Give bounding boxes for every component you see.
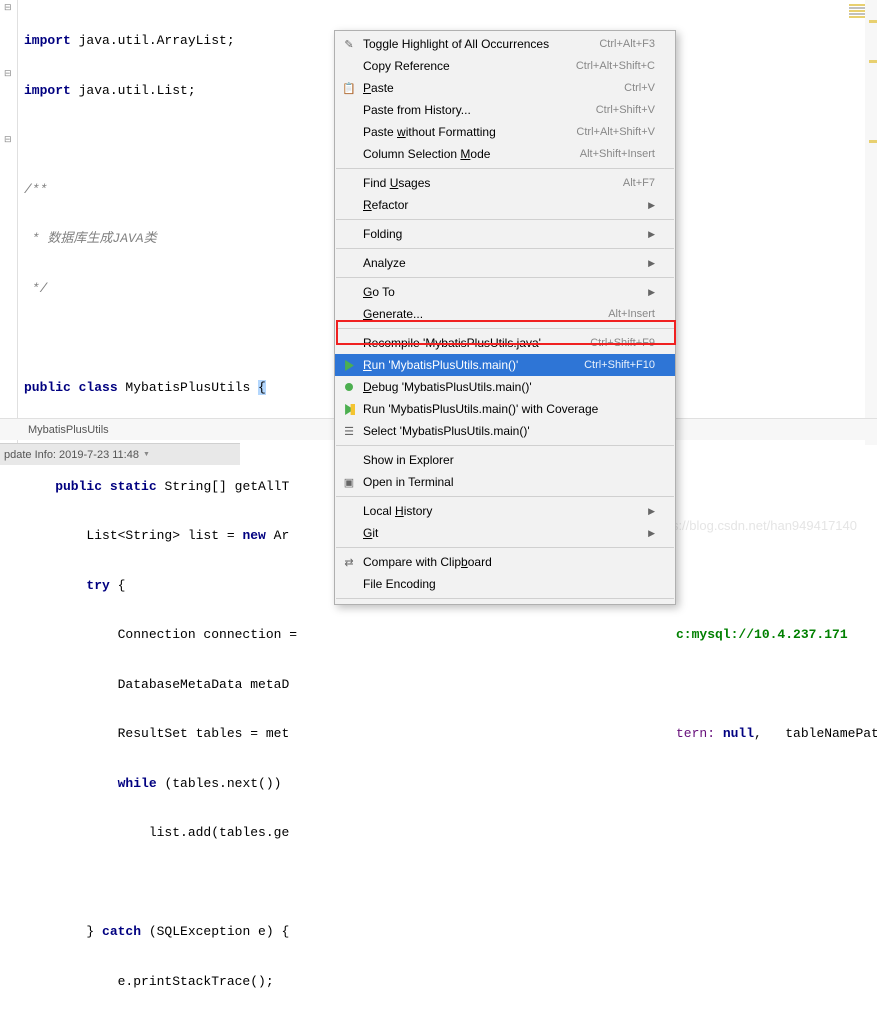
menu-separator <box>336 277 674 278</box>
minimap[interactable] <box>849 4 865 124</box>
menu-select-config[interactable]: ☰ Select 'MybatisPlusUtils.main()' <box>335 420 675 442</box>
menu-paste[interactable]: 📋 PasteCtrl+V <box>335 77 675 99</box>
menu-local-history[interactable]: Local History▶ <box>335 500 675 522</box>
menu-debug[interactable]: Debug 'MybatisPlusUtils.main()' <box>335 376 675 398</box>
fold-icon[interactable]: ⊟ <box>4 2 12 13</box>
chevron-right-icon: ▶ <box>648 258 655 269</box>
menu-file-encoding[interactable]: File Encoding <box>335 573 675 595</box>
chevron-right-icon: ▶ <box>648 528 655 539</box>
menu-separator <box>336 328 674 329</box>
chevron-right-icon: ▶ <box>648 506 655 517</box>
menu-open-terminal[interactable]: ▣ Open in Terminal <box>335 471 675 493</box>
chevron-right-icon: ▶ <box>648 200 655 211</box>
menu-toggle-highlight[interactable]: ✎ Toggle Highlight of All OccurrencesCtr… <box>335 33 675 55</box>
menu-separator <box>336 445 674 446</box>
menu-copy-reference[interactable]: Copy ReferenceCtrl+Alt+Shift+C <box>335 55 675 77</box>
menu-paste-plain[interactable]: Paste without FormattingCtrl+Alt+Shift+V <box>335 121 675 143</box>
menu-find-usages[interactable]: Find UsagesAlt+F7 <box>335 172 675 194</box>
menu-run[interactable]: Run 'MybatisPlusUtils.main()'Ctrl+Shift+… <box>335 354 675 376</box>
menu-separator <box>336 248 674 249</box>
terminal-icon: ▣ <box>341 474 357 490</box>
menu-show-explorer[interactable]: Show in Explorer <box>335 449 675 471</box>
menu-refactor[interactable]: Refactor▶ <box>335 194 675 216</box>
menu-folding[interactable]: Folding▶ <box>335 223 675 245</box>
menu-git[interactable]: Git▶ <box>335 522 675 544</box>
fold-icon[interactable]: ⊟ <box>4 68 12 79</box>
breadcrumb-item[interactable]: MybatisPlusUtils <box>20 422 117 438</box>
menu-goto[interactable]: Go To▶ <box>335 281 675 303</box>
menu-separator <box>336 219 674 220</box>
chevron-down-icon[interactable]: ▼ <box>143 451 150 458</box>
chevron-right-icon: ▶ <box>648 287 655 298</box>
menu-separator <box>336 598 674 599</box>
menu-paste-history[interactable]: Paste from History...Ctrl+Shift+V <box>335 99 675 121</box>
menu-column-selection[interactable]: Column Selection ModeAlt+Shift+Insert <box>335 143 675 165</box>
error-stripe[interactable] <box>865 0 877 445</box>
menu-separator <box>336 168 674 169</box>
run-icon <box>341 357 357 373</box>
context-menu: ✎ Toggle Highlight of All OccurrencesCtr… <box>334 30 676 605</box>
compare-icon: ⇄ <box>341 554 357 570</box>
chevron-right-icon: ▶ <box>648 229 655 240</box>
menu-separator <box>336 496 674 497</box>
menu-compare-clipboard[interactable]: ⇄ Compare with Clipboard <box>335 551 675 573</box>
menu-generate[interactable]: Generate...Alt+Insert <box>335 303 675 325</box>
debug-icon <box>341 379 357 395</box>
menu-recompile[interactable]: Recompile 'MybatisPlusUtils.java'Ctrl+Sh… <box>335 332 675 354</box>
status-text: pdate Info: 2019-7-23 11:48 <box>4 449 139 461</box>
menu-run-coverage[interactable]: Run 'MybatisPlusUtils.main()' with Cover… <box>335 398 675 420</box>
watermark: https://blog.csdn.net/han949417140 <box>650 518 857 533</box>
menu-analyze[interactable]: Analyze▶ <box>335 252 675 274</box>
menu-separator <box>336 547 674 548</box>
fold-icon[interactable]: ⊟ <box>4 134 12 145</box>
status-bar[interactable]: pdate Info: 2019-7-23 11:48 ▼ <box>0 443 240 465</box>
editor-gutter: ⊟ ⊟ ⊟ <box>0 0 18 445</box>
paste-icon: 📋 <box>341 80 357 96</box>
highlighter-icon: ✎ <box>341 36 357 52</box>
list-icon: ☰ <box>341 423 357 439</box>
coverage-icon <box>341 401 357 417</box>
